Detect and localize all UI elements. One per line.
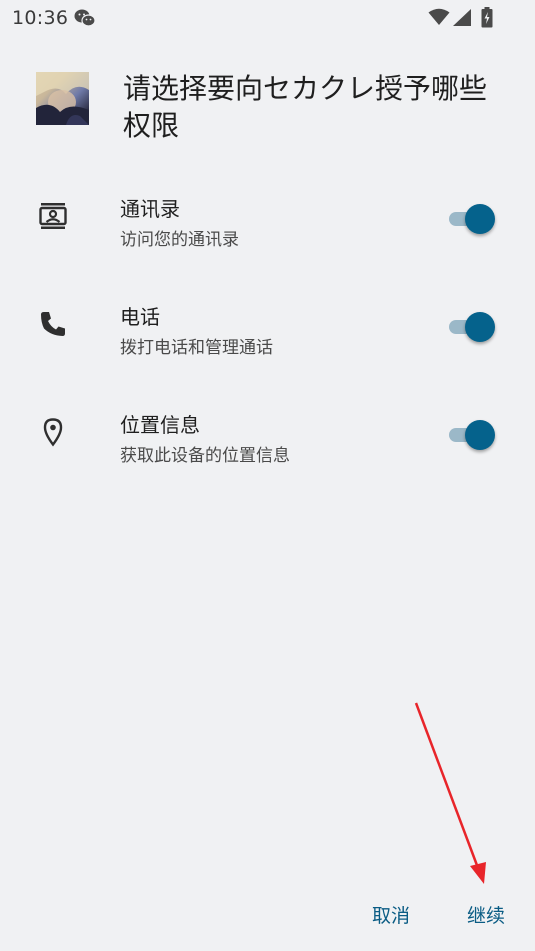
permission-subtitle: 访问您的通讯录 [120, 230, 239, 250]
status-bar: 10:36 [0, 0, 535, 36]
permission-item-location[interactable]: 位置信息 获取此设备的位置信息 [0, 397, 535, 477]
continue-button[interactable]: 继续 [467, 901, 505, 928]
cancel-button[interactable]: 取消 [372, 901, 410, 928]
permission-item-contacts[interactable]: 通讯录 访问您的通讯录 [0, 181, 535, 261]
permission-item-phone[interactable]: 电话 拨打电话和管理通话 [0, 289, 535, 369]
status-time: 10:36 [12, 7, 69, 29]
toggle-thumb [465, 420, 495, 450]
page-title: 请选择要向セカクレ授予哪些权限 [123, 72, 488, 142]
app-avatar [36, 72, 89, 125]
permission-subtitle: 获取此设备的位置信息 [120, 446, 290, 466]
toggle-thumb [465, 204, 495, 234]
toggle-thumb [465, 312, 495, 342]
permission-subtitle: 拨打电话和管理通话 [120, 338, 273, 358]
permission-title: 位置信息 [120, 413, 200, 437]
avatar-artwork [36, 72, 89, 125]
battery-charging-icon [481, 7, 493, 28]
wechat-icon [74, 9, 96, 27]
location-icon [43, 418, 63, 447]
phone-toggle[interactable] [447, 311, 495, 343]
permission-title: 电话 [120, 305, 160, 329]
contacts-toggle[interactable] [447, 203, 495, 235]
location-toggle[interactable] [447, 419, 495, 451]
permission-title: 通讯录 [120, 197, 180, 221]
phone-icon [41, 312, 65, 336]
annotation-arrow [414, 702, 486, 884]
signal-icon [453, 9, 471, 26]
contacts-icon [39, 203, 67, 229]
wifi-icon [428, 8, 450, 25]
